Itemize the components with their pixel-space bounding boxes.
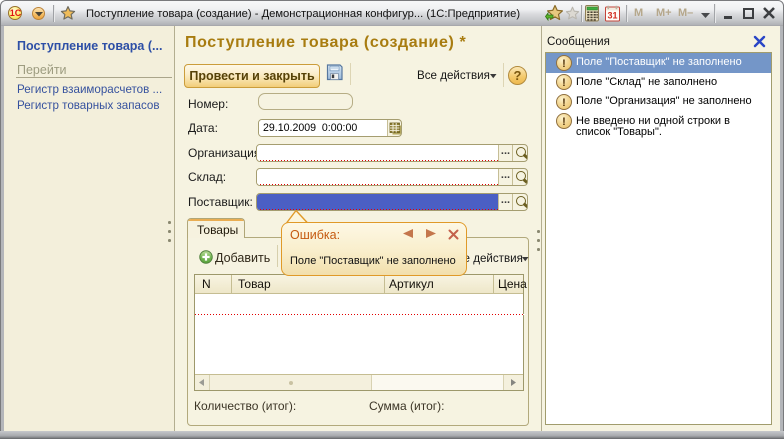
svg-text:31: 31 [607, 11, 617, 21]
